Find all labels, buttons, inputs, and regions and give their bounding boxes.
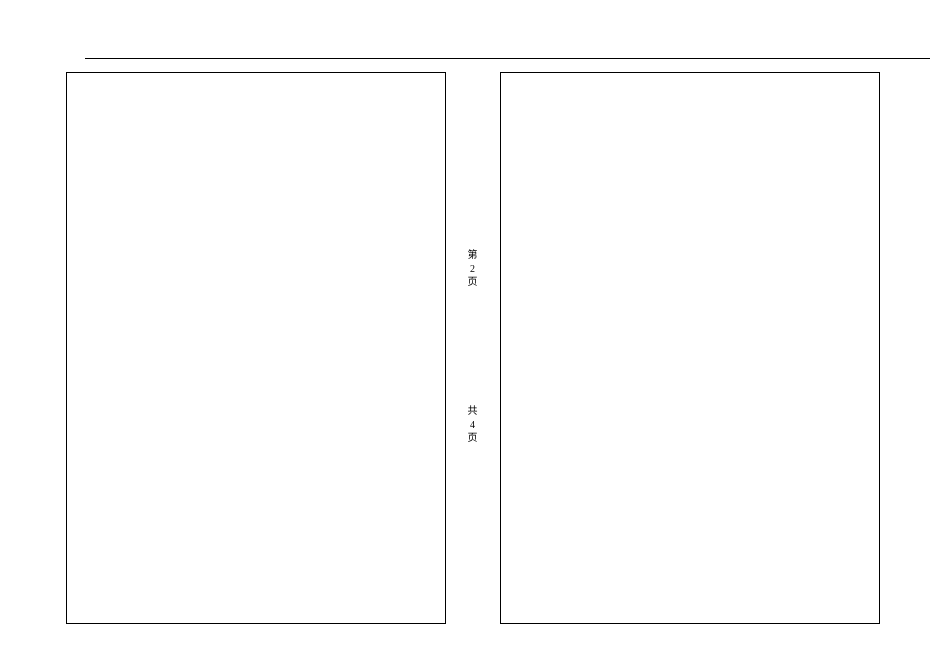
top-horizontal-rule [85,58,930,59]
total-page-prefix: 共 [468,405,478,419]
page-frame-right [500,72,880,624]
current-page-label: 第 2 页 [468,249,478,290]
total-page-label: 共 4 页 [468,405,478,446]
center-gutter: 第 2 页 共 4 页 [446,72,500,624]
total-page-number: 4 [468,419,478,433]
current-page-prefix: 第 [468,249,478,263]
current-page-number: 2 [468,263,478,277]
page-frame-left [66,72,446,624]
total-page-suffix: 页 [468,432,478,446]
current-page-suffix: 页 [468,276,478,290]
page-spread: 第 2 页 共 4 页 [0,72,945,655]
